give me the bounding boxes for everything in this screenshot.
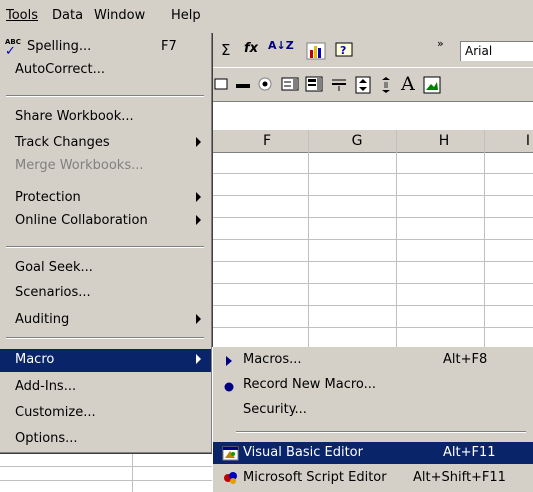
menu-item-online-collaboration[interactable]: Online Collaboration — [0, 210, 211, 232]
menu-item-label: Add-Ins... — [15, 379, 77, 394]
help-icon[interactable]: ? — [335, 42, 355, 60]
menu-item-shortcut: Alt+F11 — [443, 445, 496, 460]
play-icon — [226, 356, 232, 366]
svg-text:?: ? — [340, 44, 346, 57]
sort-ascending-icon[interactable]: A↓Z — [268, 39, 294, 52]
record-icon — [224, 382, 234, 392]
menu-separator — [6, 337, 204, 339]
menu-item-label: Record New Macro... — [243, 377, 377, 392]
menu-item-auditing[interactable]: Auditing — [0, 309, 211, 331]
formula-bar[interactable] — [212, 101, 533, 132]
menu-item-scenarios[interactable]: Scenarios... — [0, 282, 211, 304]
edit-box-icon[interactable] — [214, 76, 228, 92]
menu-item-add-ins[interactable]: Add-Ins... — [0, 376, 211, 398]
submenu-arrow-icon — [196, 314, 201, 324]
menu-item-label: Scenarios... — [15, 285, 91, 300]
option-button-icon[interactable] — [257, 76, 273, 92]
column-divider — [132, 453, 133, 492]
menu-item-label: Spelling... — [27, 39, 92, 54]
menu-item-label: Share Workbook... — [15, 109, 134, 124]
menu-item-protection[interactable]: Protection — [0, 187, 211, 209]
menu-separator — [6, 246, 204, 248]
menu-item-script-editor[interactable]: Microsoft Script Editor Alt+Shift+F11 — [213, 467, 533, 489]
spelling-icon: ABC ✓ — [5, 38, 21, 59]
menu-item-label: Auditing — [15, 312, 70, 327]
menu-help[interactable]: Help — [171, 8, 201, 23]
menu-window[interactable]: Window — [94, 8, 145, 23]
menu-item-label: Online Collaboration — [15, 213, 148, 228]
submenu-arrow-icon — [196, 192, 201, 202]
column-header-f[interactable]: F — [247, 133, 287, 149]
autosum-icon[interactable]: Σ — [221, 41, 230, 59]
menu-item-track-changes[interactable]: Track Changes — [0, 132, 211, 154]
spinner-icon[interactable] — [355, 76, 371, 94]
menu-item-visual-basic-editor[interactable]: Visual Basic Editor Alt+F11 — [213, 442, 533, 464]
menu-item-spelling[interactable]: ABC ✓ Spelling... F7 — [0, 36, 211, 59]
menu-item-label: AutoCorrect... — [15, 62, 106, 77]
tools-menu: ABC ✓ Spelling... F7 AutoCorrect... Share… — [0, 33, 213, 454]
menu-item-shortcut: Alt+Shift+F11 — [413, 470, 506, 485]
combo-box-icon[interactable] — [305, 76, 323, 92]
column-header-i[interactable]: I — [508, 133, 533, 149]
column-header-h[interactable]: H — [424, 133, 464, 149]
font-name-box[interactable]: Arial — [460, 41, 533, 61]
visual-basic-editor-icon — [222, 446, 239, 461]
chart-wizard-icon[interactable] — [306, 42, 326, 60]
menu-separator — [236, 431, 526, 433]
menu-item-label: Goal Seek... — [15, 260, 93, 275]
forms-toolbar: A — [212, 67, 533, 102]
menu-bar: Tools Data Window Help — [0, 0, 533, 33]
menu-item-goal-seek[interactable]: Goal Seek... — [0, 257, 211, 279]
menu-item-label: Track Changes — [15, 135, 110, 150]
standard-toolbar: Σ fx A↓Z ? » Arial — [212, 33, 533, 67]
function-icon[interactable]: fx — [244, 41, 258, 56]
menu-item-label: Microsoft Script Editor — [243, 470, 387, 485]
list-box-icon[interactable] — [281, 76, 299, 92]
column-header-g[interactable]: G — [337, 133, 377, 149]
menu-separator — [6, 95, 204, 97]
menu-item-autocorrect[interactable]: AutoCorrect... — [0, 59, 211, 81]
menu-item-label: Merge Workbooks... — [15, 158, 144, 173]
worksheet-grid-lower[interactable] — [0, 453, 212, 492]
menu-item-macro[interactable]: Macro — [0, 349, 211, 372]
scroll-bar-icon[interactable] — [330, 76, 348, 92]
menu-item-label: Options... — [15, 431, 78, 446]
label-icon[interactable]: A — [401, 73, 415, 95]
menu-item-label: Protection — [15, 190, 81, 205]
menu-data[interactable]: Data — [52, 8, 83, 23]
macro-submenu: Macros... Alt+F8 Record New Macro... Sec… — [212, 347, 533, 492]
menu-item-label: Security... — [243, 402, 307, 417]
button-icon[interactable] — [234, 76, 252, 92]
menu-item-options[interactable]: Options... — [0, 428, 211, 450]
menu-item-macros[interactable]: Macros... Alt+F8 — [213, 349, 533, 371]
font-name-value: Arial — [465, 44, 493, 58]
menu-item-customize[interactable]: Customize... — [0, 402, 211, 424]
menu-item-merge-workbooks: Merge Workbooks... — [0, 155, 211, 177]
menu-item-label: Customize... — [15, 405, 96, 420]
submenu-arrow-icon — [196, 137, 201, 147]
submenu-arrow-icon — [196, 215, 201, 225]
image-icon[interactable] — [423, 76, 441, 94]
menu-item-security[interactable]: Security... — [213, 399, 533, 421]
menu-item-record-new-macro[interactable]: Record New Macro... — [213, 374, 533, 396]
scroll-icon[interactable] — [379, 76, 393, 94]
submenu-arrow-icon — [196, 354, 201, 364]
menu-item-shortcut: Alt+F8 — [443, 352, 488, 367]
more-buttons-icon[interactable]: » — [437, 37, 444, 50]
script-editor-icon — [224, 472, 237, 484]
menu-item-label: Macro — [15, 352, 55, 367]
menu-item-label: Visual Basic Editor — [243, 445, 363, 460]
menu-item-label: Macros... — [243, 352, 302, 367]
menu-item-shortcut: F7 — [161, 39, 177, 54]
menu-item-share-workbook[interactable]: Share Workbook... — [0, 106, 211, 128]
menu-tools[interactable]: Tools — [6, 8, 38, 23]
